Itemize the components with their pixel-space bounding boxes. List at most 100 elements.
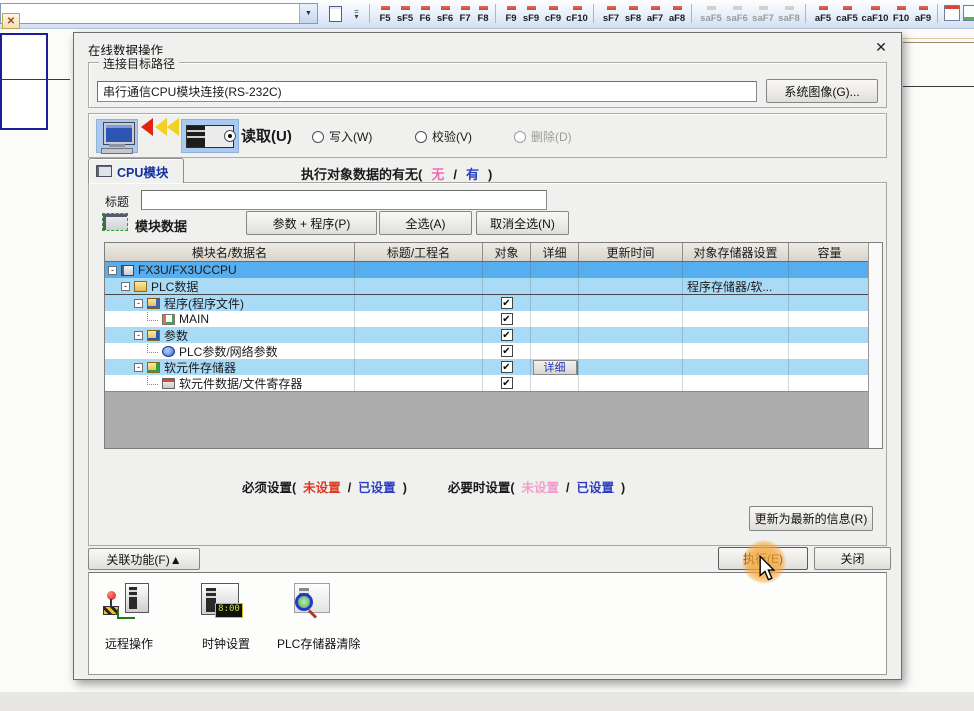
fkey-button-caf10[interactable]: caF10 xyxy=(861,0,889,27)
fkey-button-cf10[interactable]: cF10 xyxy=(565,0,589,27)
connection-path-field[interactable]: 串行通信CPU模块连接(RS-232C) xyxy=(97,81,757,102)
fkey-button-saf5[interactable]: saF5 xyxy=(699,0,723,27)
column-header[interactable]: 模块名/数据名 xyxy=(105,243,355,261)
fkey-button-f10[interactable]: F10 xyxy=(891,0,911,27)
fkey-button-af7[interactable]: aF7 xyxy=(645,0,665,27)
select-all-button[interactable]: 全选(A) xyxy=(379,211,472,235)
fkey-button-f8[interactable]: F8 xyxy=(475,0,491,27)
mode-radio-0[interactable]: 读取(U) xyxy=(224,125,292,146)
tree-expander-icon[interactable]: - xyxy=(121,282,130,291)
target-checkbox[interactable]: ✔ xyxy=(501,329,513,341)
table-cell xyxy=(483,262,531,278)
target-checkbox[interactable]: ✔ xyxy=(501,345,513,357)
execute-button[interactable]: 执行(E) xyxy=(718,547,808,570)
refresh-button-label: 更新为最新的信息(R) xyxy=(755,510,868,527)
fkey-label: saF8 xyxy=(778,13,800,24)
column-header[interactable]: 容量 xyxy=(789,243,871,261)
toolbar-icon-device-comment[interactable] xyxy=(963,5,974,21)
deselect-all-button[interactable]: 取消全选(N) xyxy=(476,211,569,235)
fkey-button-saf7[interactable]: saF7 xyxy=(751,0,775,27)
ladder-cursor-cell[interactable] xyxy=(0,33,48,130)
param-program-button[interactable]: 参数 + 程序(P) xyxy=(246,211,377,235)
fkey-button-af8[interactable]: aF8 xyxy=(667,0,687,27)
table-row[interactable]: -软元件存储器✔详细 xyxy=(105,359,871,375)
toolbar-icon-calendar[interactable] xyxy=(944,5,960,21)
fkey-label: caF5 xyxy=(836,13,858,24)
target-checkbox[interactable]: ✔ xyxy=(501,377,513,389)
close-button[interactable]: 关闭 xyxy=(814,547,891,570)
tree-expander-icon[interactable]: - xyxy=(108,266,117,275)
refresh-button[interactable]: 更新为最新的信息(R) xyxy=(749,506,873,531)
fkey-button-af9[interactable]: aF9 xyxy=(913,0,933,27)
fkey-button-af5[interactable]: aF5 xyxy=(813,0,833,27)
mode-radio-1[interactable]: 写入(W) xyxy=(312,128,372,145)
target-checkbox[interactable]: ✔ xyxy=(501,297,513,309)
radio-icon[interactable] xyxy=(415,131,427,143)
table-cell xyxy=(531,343,579,359)
table-cell: 详细 xyxy=(531,359,579,375)
table-row[interactable]: -FX3U/FX3UCCPU xyxy=(105,262,871,278)
tree-expander-icon[interactable]: - xyxy=(134,331,143,340)
tree-item-label: PLC数据 xyxy=(151,278,198,294)
target-checkbox[interactable]: ✔ xyxy=(501,313,513,325)
toolbar-overflow-icon[interactable]: =▾ xyxy=(349,4,364,24)
radio-icon[interactable] xyxy=(312,131,324,143)
table-row[interactable]: -程序(程序文件)✔ xyxy=(105,295,871,311)
fkey-button-saf6[interactable]: saF6 xyxy=(725,0,749,27)
column-header[interactable]: 对象 xyxy=(483,243,531,261)
title-field[interactable] xyxy=(141,190,547,210)
fkey-label: sF6 xyxy=(437,13,453,24)
folder-icon xyxy=(134,281,147,292)
fkey-button-sf7[interactable]: sF7 xyxy=(601,0,621,27)
fkey-button-sf5[interactable]: sF5 xyxy=(395,0,415,27)
table-cell xyxy=(789,295,871,311)
toolbar-separator xyxy=(937,4,938,23)
radio-icon[interactable] xyxy=(514,131,526,143)
fkey-button-cf9[interactable]: cF9 xyxy=(543,0,563,27)
table-cell xyxy=(531,262,579,278)
table-cell xyxy=(683,375,789,391)
fkey-button-saf8[interactable]: saF8 xyxy=(777,0,801,27)
table-row[interactable]: PLC参数/网络参数✔ xyxy=(105,343,871,359)
target-checkbox[interactable]: ✔ xyxy=(501,361,513,373)
close-icon[interactable]: ✕ xyxy=(869,37,893,57)
column-header[interactable]: 更新时间 xyxy=(579,243,683,261)
related-functions-button[interactable]: 关联功能(F)▲ xyxy=(88,548,200,570)
ladder-symbol-icon xyxy=(785,6,794,10)
column-header[interactable]: 对象存储器设置 xyxy=(683,243,789,261)
fkey-button-f6[interactable]: F6 xyxy=(417,0,433,27)
radio-label: 校验(V) xyxy=(432,128,472,145)
mode-radio-3[interactable]: 删除(D) xyxy=(514,128,572,145)
tree-expander-icon[interactable]: - xyxy=(134,363,143,372)
fkey-button-f9[interactable]: F9 xyxy=(503,0,519,27)
new-page-icon[interactable] xyxy=(325,4,346,24)
fkey-button-f7[interactable]: F7 xyxy=(457,0,473,27)
device-memory-icon xyxy=(147,362,160,373)
table-scrollbar-gutter[interactable] xyxy=(868,243,882,448)
column-header[interactable]: 标题/工程名 xyxy=(355,243,483,261)
fkey-button-sf9[interactable]: sF9 xyxy=(521,0,541,27)
fkey-label: aF5 xyxy=(815,13,831,24)
toolbar-combobox[interactable]: ▼ xyxy=(0,3,318,24)
table-row[interactable]: -参数✔ xyxy=(105,327,871,343)
close-icon[interactable]: ✕ xyxy=(2,13,20,29)
chevron-down-icon[interactable]: ▼ xyxy=(299,4,317,23)
table-row[interactable]: MAIN✔ xyxy=(105,311,871,327)
fkey-button-sf6[interactable]: sF6 xyxy=(435,0,455,27)
fkey-button-sf8[interactable]: sF8 xyxy=(623,0,643,27)
module-data-label: 模块数据 xyxy=(135,216,187,235)
radio-icon[interactable] xyxy=(224,130,236,142)
tree-expander-icon[interactable]: - xyxy=(134,299,143,308)
tab-cpu-module[interactable]: CPU模块 xyxy=(88,158,184,183)
toolbar-separator xyxy=(691,4,692,23)
column-header[interactable]: 详细 xyxy=(531,243,579,261)
table-row[interactable]: -PLC数据程序存储器/软... xyxy=(105,278,871,295)
fkey-button-f5[interactable]: F5 xyxy=(377,0,393,27)
system-image-button[interactable]: 系统图像(G)... xyxy=(766,79,878,103)
mode-radio-2[interactable]: 校验(V) xyxy=(415,128,472,145)
ladder-symbol-icon xyxy=(673,6,682,10)
table-row[interactable]: 软元件数据/文件寄存器✔ xyxy=(105,375,871,391)
fkey-button-caf5[interactable]: caF5 xyxy=(835,0,859,27)
table-cell xyxy=(355,359,483,375)
detail-button[interactable]: 详细 xyxy=(533,360,577,375)
